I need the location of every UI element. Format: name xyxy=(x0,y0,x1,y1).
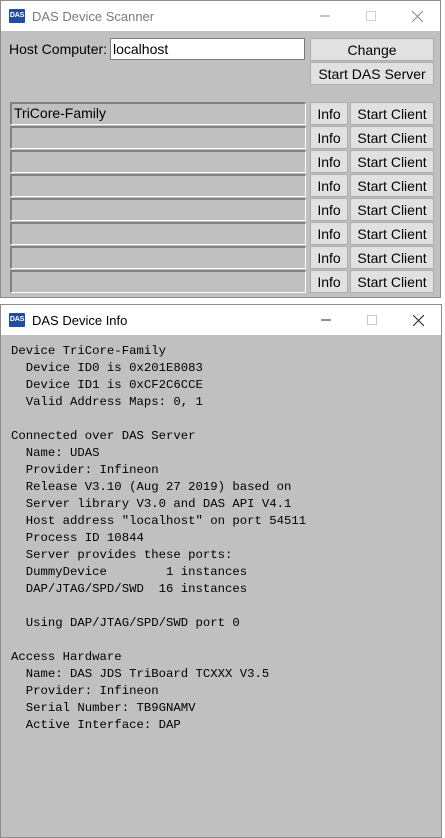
close-icon xyxy=(411,10,423,22)
das-logo-icon: DAS xyxy=(9,9,25,23)
device-field xyxy=(10,150,306,173)
device-info-text: Device TriCore-Family Device ID0 is 0x20… xyxy=(11,343,306,734)
change-button[interactable]: Change xyxy=(310,38,434,61)
info-button[interactable]: Info xyxy=(310,270,348,293)
maximize-button xyxy=(349,305,395,335)
info-button[interactable]: Info xyxy=(310,102,348,125)
maximize-icon xyxy=(366,11,376,21)
info-line: Device TriCore-Family xyxy=(11,344,166,358)
info-line: Active Interface: DAP xyxy=(11,718,181,732)
minimize-icon xyxy=(321,319,331,321)
minimize-button[interactable] xyxy=(303,305,349,335)
info-line: Provider: Infineon xyxy=(11,684,159,698)
start-client-button[interactable]: Start Client xyxy=(350,222,434,245)
info-line: Valid Address Maps: 0, 1 xyxy=(11,395,203,409)
host-computer-input[interactable] xyxy=(110,38,305,60)
info-line: DAP/JTAG/SPD/SWD 16 instances xyxy=(11,582,248,596)
start-client-button[interactable]: Start Client xyxy=(350,126,434,149)
device-field xyxy=(10,198,306,221)
close-icon xyxy=(412,314,424,326)
info-line: Process ID 10844 xyxy=(11,531,144,545)
device-info-window: DAS DAS Device Info Device TriCore-Famil… xyxy=(0,304,442,838)
device-field xyxy=(10,246,306,269)
info-button[interactable]: Info xyxy=(310,174,348,197)
device-field xyxy=(10,270,306,293)
start-client-button[interactable]: Start Client xyxy=(350,198,434,221)
scanner-window: DAS DAS Device Scanner Host Computer: Ch… xyxy=(0,0,441,298)
start-das-server-button[interactable]: Start DAS Server xyxy=(310,62,434,85)
info-line: Provider: Infineon xyxy=(11,463,159,477)
info-button[interactable]: Info xyxy=(310,198,348,221)
host-computer-label: Host Computer: xyxy=(9,41,108,57)
info-line xyxy=(11,598,306,615)
maximize-icon xyxy=(367,315,377,325)
info-line: Access Hardware xyxy=(11,650,122,664)
info-button[interactable]: Info xyxy=(310,126,348,149)
info-button[interactable]: Info xyxy=(310,246,348,269)
info-line: Server provides these ports: xyxy=(11,548,233,562)
info-titlebar[interactable]: DAS DAS Device Info xyxy=(1,305,441,335)
info-title: DAS Device Info xyxy=(32,312,128,328)
device-field xyxy=(10,126,306,149)
info-button[interactable]: Info xyxy=(310,150,348,173)
info-line: Device ID1 is 0xCF2C6CCE xyxy=(11,378,203,392)
scanner-titlebar[interactable]: DAS DAS Device Scanner xyxy=(1,1,440,31)
close-button[interactable] xyxy=(394,1,440,31)
info-line xyxy=(11,632,306,649)
info-line: Name: DAS JDS TriBoard TCXXX V3.5 xyxy=(11,667,270,681)
start-client-button[interactable]: Start Client xyxy=(350,246,434,269)
device-field xyxy=(10,174,306,197)
info-line: Host address "localhost" on port 54511 xyxy=(11,514,307,528)
info-line: DummyDevice 1 instances xyxy=(11,565,248,579)
minimize-button[interactable] xyxy=(302,1,348,31)
info-line xyxy=(11,411,306,428)
start-client-button[interactable]: Start Client xyxy=(350,102,434,125)
minimize-icon xyxy=(320,15,330,17)
info-button[interactable]: Info xyxy=(310,222,348,245)
device-field xyxy=(10,222,306,245)
info-line: Server library V3.0 and DAS API V4.1 xyxy=(11,497,292,511)
start-client-button[interactable]: Start Client xyxy=(350,174,434,197)
device-field: TriCore-Family xyxy=(10,102,306,125)
info-line: Device ID0 is 0x201E8083 xyxy=(11,361,203,375)
info-line: Release V3.10 (Aug 27 2019) based on xyxy=(11,480,292,494)
start-client-button[interactable]: Start Client xyxy=(350,270,434,293)
scanner-title: DAS Device Scanner xyxy=(32,8,155,24)
info-line: Using DAP/JTAG/SPD/SWD port 0 xyxy=(11,616,240,630)
maximize-button xyxy=(348,1,394,31)
info-line: Name: UDAS xyxy=(11,446,100,460)
start-client-button[interactable]: Start Client xyxy=(350,150,434,173)
info-line: Connected over DAS Server xyxy=(11,429,196,443)
das-logo-icon: DAS xyxy=(9,313,25,327)
info-line: Serial Number: TB9GNAMV xyxy=(11,701,196,715)
close-button[interactable] xyxy=(395,305,441,335)
